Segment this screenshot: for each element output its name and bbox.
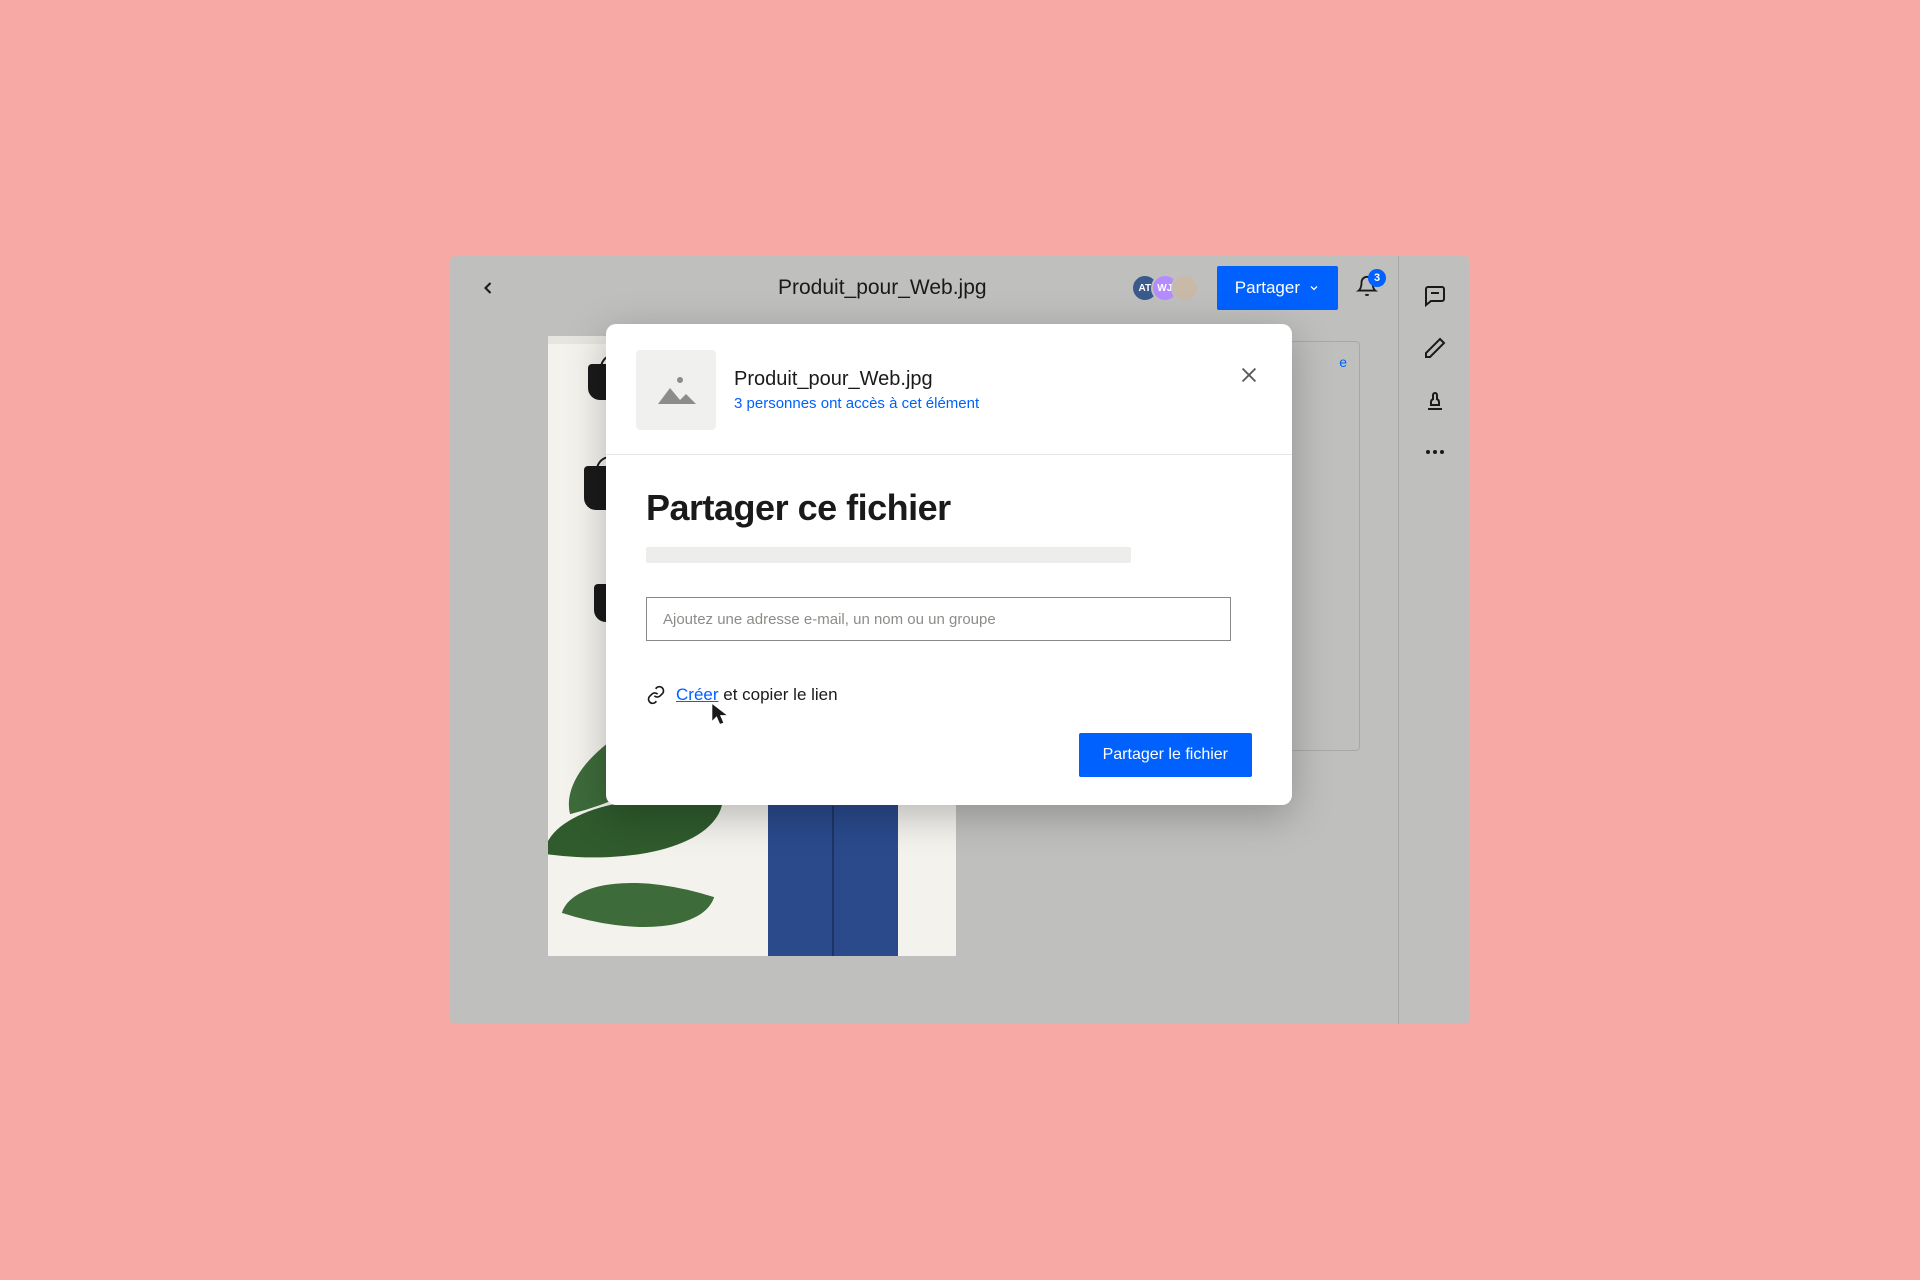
subtitle-placeholder [646, 547, 1131, 563]
collaborator-avatars[interactable]: AT WJ [1131, 274, 1199, 302]
top-bar: Produit_pour_Web.jpg AT WJ Partager 3 [450, 256, 1398, 320]
pencil-icon [1423, 336, 1447, 360]
stamp-icon [1423, 388, 1447, 412]
more-icon [1426, 450, 1444, 454]
modal-title: Partager ce fichier [646, 487, 1252, 529]
close-icon [1238, 364, 1260, 386]
file-thumbnail [636, 350, 716, 430]
recipient-input[interactable] [646, 597, 1231, 641]
stamp-panel-button[interactable] [1423, 388, 1447, 412]
back-button[interactable] [470, 270, 506, 306]
image-icon [656, 374, 696, 406]
chevron-left-icon [478, 278, 498, 298]
share-file-button[interactable]: Partager le fichier [1079, 733, 1252, 777]
modal-filename: Produit_pour_Web.jpg [734, 368, 979, 391]
file-title: Produit_pour_Web.jpg [778, 276, 987, 300]
cursor-icon [711, 703, 729, 730]
edit-panel-button[interactable] [1423, 336, 1447, 360]
header-actions: AT WJ Partager 3 [1131, 266, 1378, 310]
panel-link-text: e [1339, 354, 1347, 370]
notifications-button[interactable]: 3 [1356, 275, 1378, 302]
close-button[interactable] [1234, 360, 1264, 390]
link-icon [646, 685, 666, 705]
right-rail [1398, 256, 1470, 1024]
comment-icon [1423, 284, 1447, 308]
avatar [1171, 274, 1199, 302]
access-summary-link[interactable]: 3 personnes ont accès à cet élément [734, 395, 979, 412]
modal-body: Partager ce fichier Créer et copier le l… [606, 455, 1292, 733]
app-window: Produit_pour_Web.jpg AT WJ Partager 3 [450, 256, 1470, 1024]
create-link-action[interactable]: Créer [676, 685, 719, 704]
comment-panel-button[interactable] [1423, 284, 1447, 308]
chevron-down-icon [1308, 282, 1320, 294]
share-button[interactable]: Partager [1217, 266, 1338, 310]
share-modal: Produit_pour_Web.jpg 3 personnes ont acc… [606, 324, 1292, 805]
create-link-row: Créer et copier le lien [646, 685, 1252, 705]
more-panel-button[interactable] [1423, 440, 1447, 464]
modal-footer: Partager le fichier [606, 733, 1292, 805]
create-link-rest: et copier le lien [719, 685, 838, 704]
modal-header: Produit_pour_Web.jpg 3 personnes ont acc… [606, 324, 1292, 455]
notification-count-badge: 3 [1368, 269, 1386, 287]
main-area: Produit_pour_Web.jpg AT WJ Partager 3 [450, 256, 1398, 1024]
